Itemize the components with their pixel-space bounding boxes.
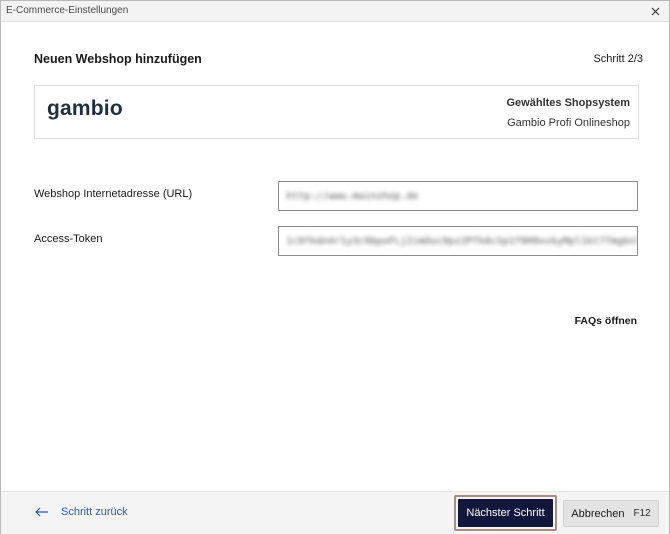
selected-shopsystem-label: Gewähltes Shopsystem xyxy=(506,97,631,109)
footer-bar: Schritt zurück Nächster Schritt Abbreche… xyxy=(1,491,669,534)
back-button-label: Schritt zurück xyxy=(61,506,128,518)
selected-shop-card: gambio Gewähltes Shopsystem Gambio Profi… xyxy=(34,85,639,139)
access-token-input[interactable]: 1c9fkdn4r1y3c9bpoFLj2imOuc9pz2Pfk0cSp1f0… xyxy=(278,226,638,256)
close-button[interactable] xyxy=(647,3,663,19)
url-value: http://www.mainshop.de xyxy=(286,190,419,202)
faq-link[interactable]: FAQs öffnen xyxy=(575,315,637,327)
title-bar: E-Commerce-Einstellungen xyxy=(1,1,669,22)
gambio-logo: gambio xyxy=(47,97,123,120)
step-indicator: Schritt 2/3 xyxy=(593,53,643,65)
cancel-shortcut-key: F12 xyxy=(633,508,651,519)
back-button[interactable]: Schritt zurück xyxy=(34,506,128,518)
arrow-left-icon xyxy=(35,507,48,517)
cancel-button-label: Abbrechen xyxy=(571,507,625,520)
access-token-label: Access-Token xyxy=(34,233,103,245)
page-title: Neuen Webshop hinzufügen xyxy=(34,52,202,66)
next-step-button[interactable]: Nächster Schritt xyxy=(454,495,557,531)
access-token-value: 1c9fkdn4r1y3c9bpoFLj2imOuc9pz2Pfk0cSp1f0… xyxy=(286,235,637,247)
dialog-window: E-Commerce-Einstellungen Neuen Webshop h… xyxy=(0,0,670,534)
window-title: E-Commerce-Einstellungen xyxy=(6,5,129,16)
close-icon xyxy=(651,7,659,15)
selected-shopsystem-value: Gambio Profi Onlineshop xyxy=(507,117,630,129)
url-label: Webshop Internetadresse (URL) xyxy=(34,188,193,200)
next-step-button-label: Nächster Schritt xyxy=(458,499,553,527)
url-input[interactable]: http://www.mainshop.de xyxy=(278,181,638,211)
cancel-button[interactable]: Abbrechen F12 xyxy=(563,500,659,527)
